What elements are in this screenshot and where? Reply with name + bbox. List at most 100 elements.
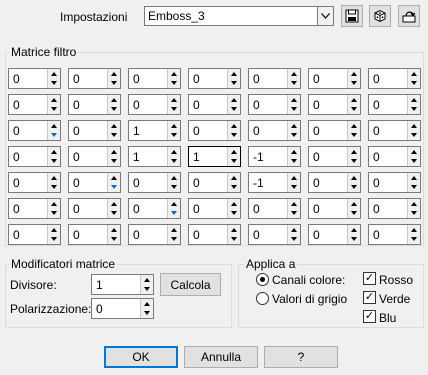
matrix-cell-r1-c1[interactable]: 0	[8, 68, 61, 89]
matrix-cell-r6-c2[interactable]: 0	[68, 198, 121, 219]
spin-arrows-icon[interactable]	[407, 199, 420, 218]
spin-arrows-icon[interactable]	[287, 147, 300, 166]
matrix-cell-r7-c4[interactable]: 0	[188, 224, 241, 245]
matrix-cell-r6-c5[interactable]: 0	[248, 198, 301, 219]
spin-arrows-icon[interactable]	[167, 173, 180, 192]
matrix-cell-r4-c5[interactable]: -1	[248, 146, 301, 167]
green-label[interactable]: Verde	[379, 292, 410, 306]
matrix-cell-r2-c6[interactable]: 0	[308, 94, 361, 115]
spin-arrows-icon[interactable]	[407, 173, 420, 192]
spin-arrows-icon[interactable]	[407, 225, 420, 244]
spin-arrows-icon[interactable]	[107, 147, 120, 166]
spin-arrows-icon[interactable]	[407, 121, 420, 140]
matrix-cell-r2-c3[interactable]: 0	[128, 94, 181, 115]
matrix-cell-r1-c2[interactable]: 0	[68, 68, 121, 89]
grayscale-radio[interactable]	[256, 292, 269, 305]
matrix-cell-r1-c7[interactable]: 0	[368, 68, 421, 89]
matrix-cell-r1-c4[interactable]: 0	[188, 68, 241, 89]
red-checkbox[interactable]: ✓	[363, 272, 376, 285]
spin-arrows-icon[interactable]	[347, 95, 360, 114]
spin-arrows-icon[interactable]	[347, 121, 360, 140]
spin-arrows-icon[interactable]	[287, 173, 300, 192]
blue-label[interactable]: Blu	[379, 311, 396, 325]
matrix-cell-r6-c6[interactable]: 0	[308, 198, 361, 219]
matrix-cell-r2-c1[interactable]: 0	[8, 94, 61, 115]
matrix-cell-r4-c2[interactable]: 0	[68, 146, 121, 167]
matrix-cell-r6-c1[interactable]: 0	[8, 198, 61, 219]
spin-arrows-icon[interactable]	[167, 199, 180, 218]
spin-arrows-icon[interactable]	[287, 95, 300, 114]
preset-dropdown[interactable]: Emboss_3	[144, 6, 334, 26]
bias-spinbox[interactable]: 0	[91, 298, 154, 319]
spin-arrows-icon[interactable]	[107, 173, 120, 192]
spin-arrows-icon[interactable]	[227, 199, 240, 218]
divisor-spinbox[interactable]: 1	[91, 274, 154, 295]
matrix-cell-r5-c3[interactable]: 0	[128, 172, 181, 193]
spin-arrows-icon[interactable]	[140, 275, 153, 294]
help-button[interactable]: ?	[264, 346, 338, 368]
spin-arrows-icon[interactable]	[47, 95, 60, 114]
matrix-cell-r4-c4[interactable]: 1	[188, 146, 241, 167]
matrix-cell-r1-c5[interactable]: 0	[248, 68, 301, 89]
matrix-cell-r1-c3[interactable]: 0	[128, 68, 181, 89]
spin-arrows-icon[interactable]	[347, 69, 360, 88]
spin-arrows-icon[interactable]	[407, 95, 420, 114]
matrix-cell-r7-c1[interactable]: 0	[8, 224, 61, 245]
matrix-cell-r5-c2[interactable]: 0	[68, 172, 121, 193]
red-label[interactable]: Rosso	[379, 273, 413, 287]
matrix-cell-r3-c3[interactable]: 1	[128, 120, 181, 141]
spin-arrows-icon[interactable]	[287, 121, 300, 140]
blue-checkbox[interactable]: ✓	[363, 310, 376, 323]
matrix-cell-r7-c7[interactable]: 0	[368, 224, 421, 245]
matrix-cell-r4-c3[interactable]: 1	[128, 146, 181, 167]
matrix-cell-r3-c1[interactable]: 0	[8, 120, 61, 141]
random-preset-button[interactable]	[369, 5, 391, 27]
calcola-button[interactable]: Calcola	[160, 273, 221, 296]
spin-arrows-icon[interactable]	[287, 225, 300, 244]
chevron-down-icon[interactable]	[317, 7, 333, 25]
spin-arrows-icon[interactable]	[347, 173, 360, 192]
spin-arrows-icon[interactable]	[287, 69, 300, 88]
spin-arrows-icon[interactable]	[47, 173, 60, 192]
spin-arrows-icon[interactable]	[107, 199, 120, 218]
matrix-cell-r5-c1[interactable]: 0	[8, 172, 61, 193]
matrix-cell-r7-c6[interactable]: 0	[308, 224, 361, 245]
color-channels-radio[interactable]	[256, 273, 269, 286]
matrix-cell-r2-c2[interactable]: 0	[68, 94, 121, 115]
matrix-cell-r6-c7[interactable]: 0	[368, 198, 421, 219]
ok-button[interactable]: OK	[104, 346, 178, 368]
spin-arrows-icon[interactable]	[47, 225, 60, 244]
matrix-cell-r1-c6[interactable]: 0	[308, 68, 361, 89]
spin-arrows-icon[interactable]	[227, 121, 240, 140]
matrix-cell-r5-c5[interactable]: -1	[248, 172, 301, 193]
spin-arrows-icon[interactable]	[107, 225, 120, 244]
matrix-cell-r3-c6[interactable]: 0	[308, 120, 361, 141]
matrix-cell-r7-c3[interactable]: 0	[128, 224, 181, 245]
spin-arrows-icon[interactable]	[227, 95, 240, 114]
spin-arrows-icon[interactable]	[140, 299, 153, 318]
spin-arrows-icon[interactable]	[347, 147, 360, 166]
matrix-cell-r2-c7[interactable]: 0	[368, 94, 421, 115]
matrix-cell-r3-c4[interactable]: 0	[188, 120, 241, 141]
cancel-button[interactable]: Annulla	[184, 346, 258, 368]
matrix-cell-r6-c4[interactable]: 0	[188, 198, 241, 219]
matrix-cell-r4-c7[interactable]: 0	[368, 146, 421, 167]
matrix-cell-r4-c6[interactable]: 0	[308, 146, 361, 167]
matrix-cell-r3-c5[interactable]: 0	[248, 120, 301, 141]
matrix-cell-r5-c7[interactable]: 0	[368, 172, 421, 193]
matrix-cell-r5-c6[interactable]: 0	[308, 172, 361, 193]
matrix-cell-r2-c5[interactable]: 0	[248, 94, 301, 115]
spin-arrows-icon[interactable]	[47, 199, 60, 218]
matrix-cell-r6-c3[interactable]: 0	[128, 198, 181, 219]
spin-arrows-icon[interactable]	[407, 147, 420, 166]
matrix-cell-r7-c5[interactable]: 0	[248, 224, 301, 245]
spin-arrows-icon[interactable]	[227, 173, 240, 192]
spin-arrows-icon[interactable]	[47, 147, 60, 166]
matrix-cell-r5-c4[interactable]: 0	[188, 172, 241, 193]
spin-arrows-icon[interactable]	[167, 69, 180, 88]
spin-arrows-icon[interactable]	[227, 225, 240, 244]
spin-arrows-icon[interactable]	[347, 225, 360, 244]
spin-arrows-icon[interactable]	[407, 69, 420, 88]
save-preset-button[interactable]	[341, 5, 363, 27]
matrix-cell-r3-c2[interactable]: 0	[68, 120, 121, 141]
